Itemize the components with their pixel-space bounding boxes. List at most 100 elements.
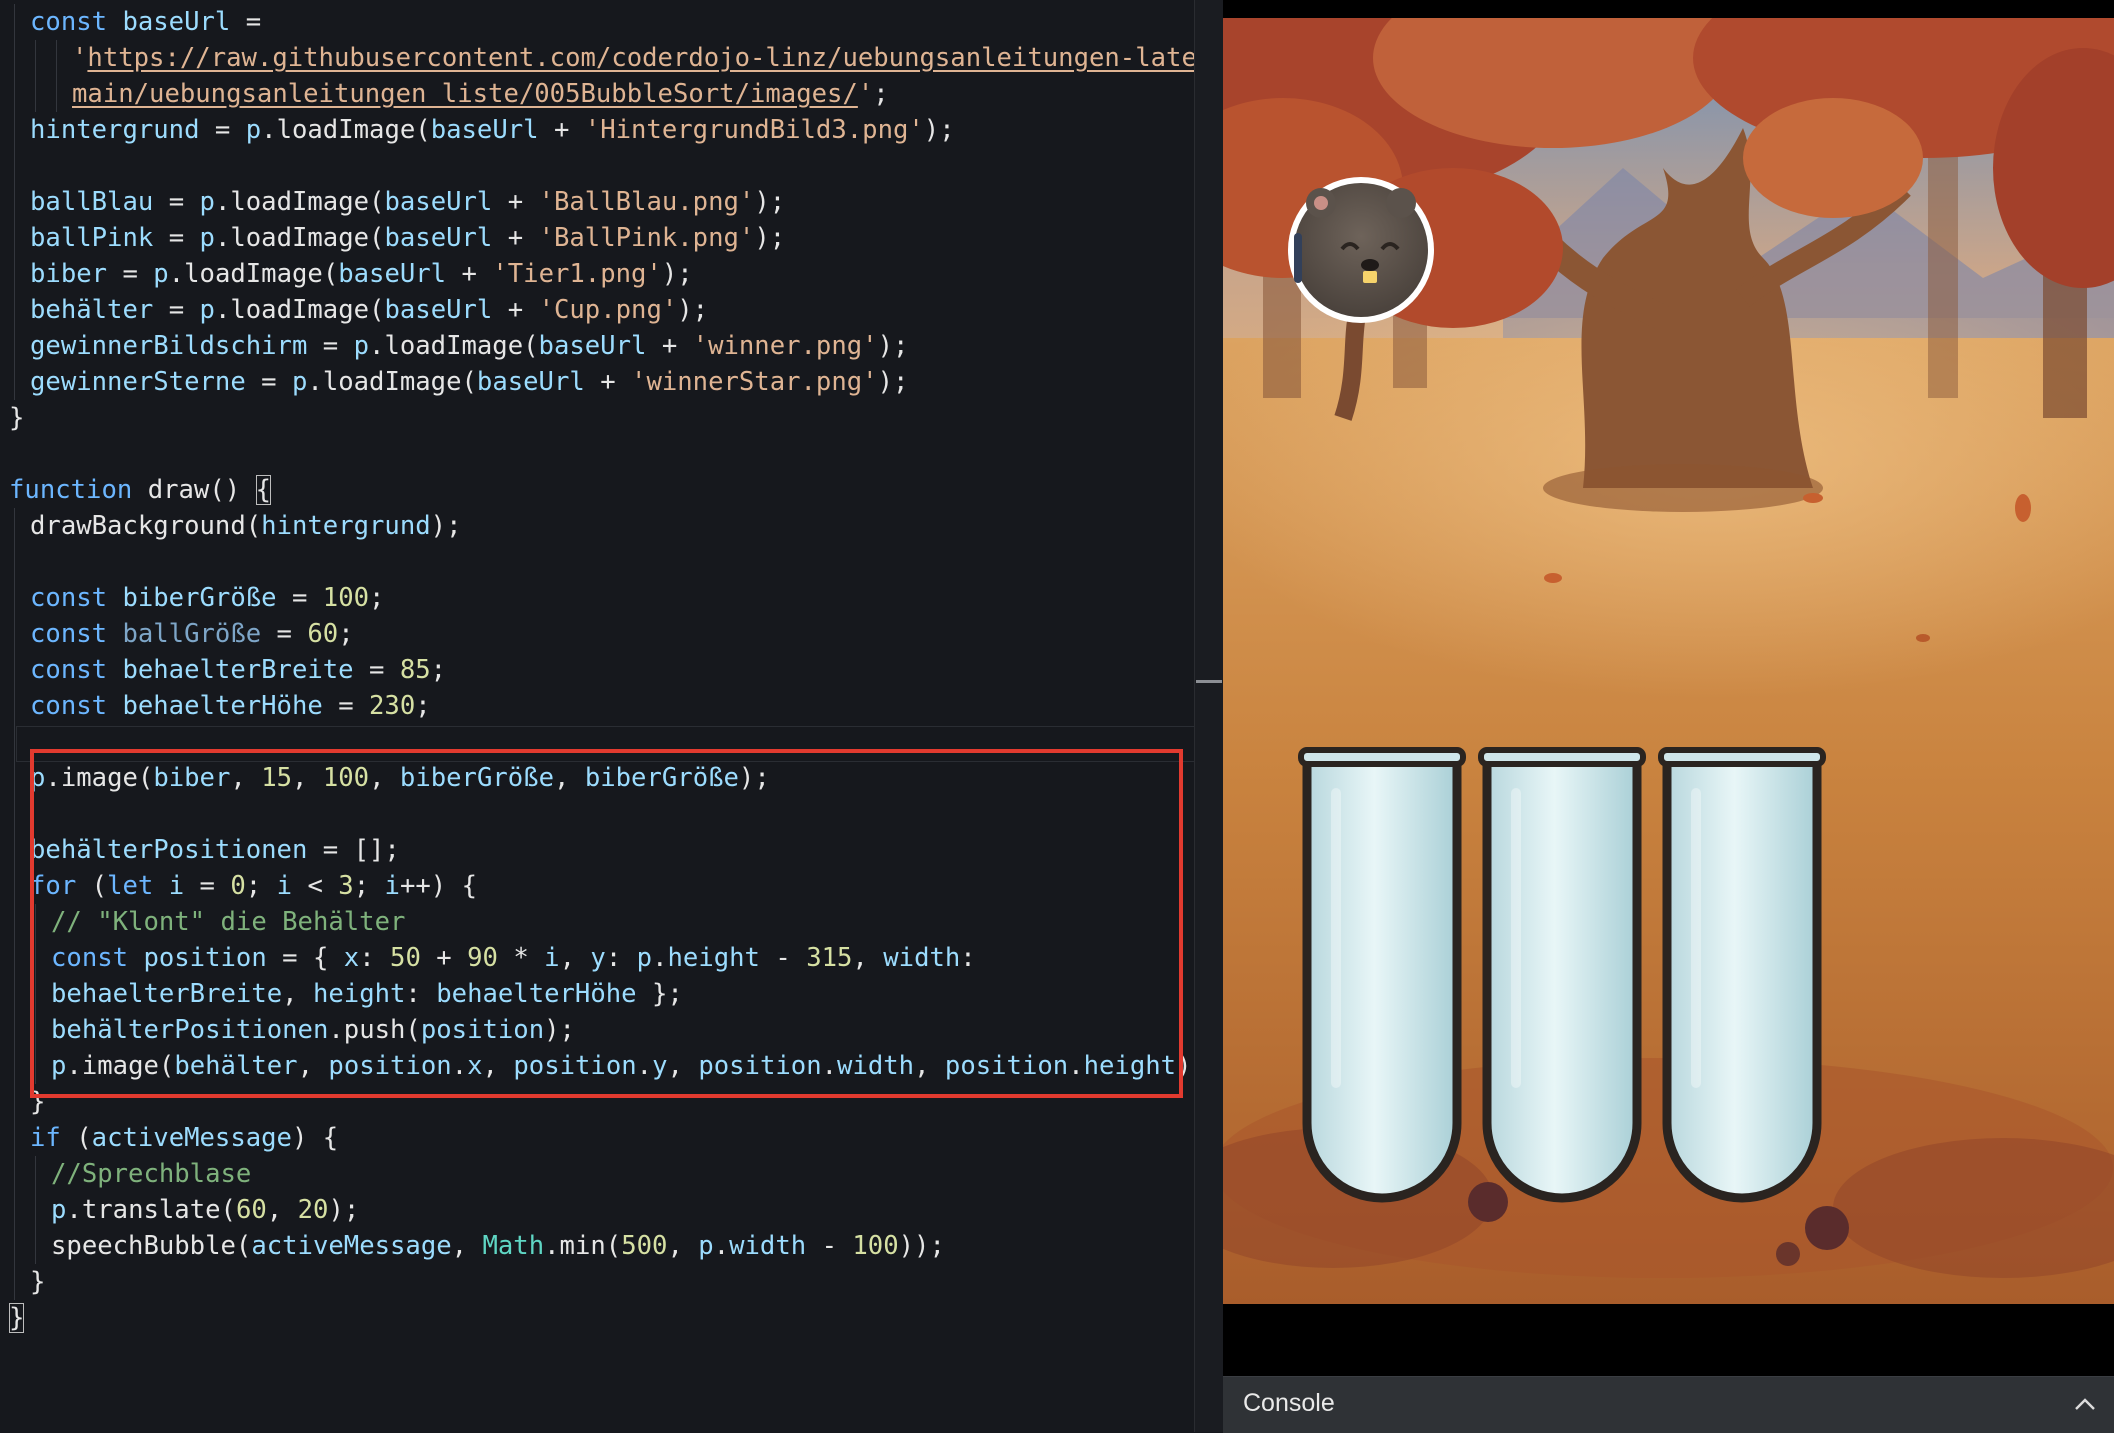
code-line[interactable]: p.image(biber, 15, 100, biberGröße, bibe…: [0, 760, 1194, 796]
console-bar[interactable]: Console: [1223, 1376, 2114, 1433]
code-line[interactable]: [0, 436, 1194, 472]
code-token: i: [384, 871, 400, 901]
code-token: :: [359, 943, 391, 973]
code-token: );: [544, 1015, 575, 1045]
code-line[interactable]: biber = p.loadImage(baseUrl + 'Tier1.png…: [0, 256, 1194, 292]
code-line-content: const position = { x: 50 + 90 * i, y: p.…: [51, 940, 976, 976]
code-token: (: [158, 1051, 175, 1081]
code-token: loadImage: [384, 331, 524, 361]
code-token: (: [605, 1231, 622, 1261]
code-line[interactable]: }: [0, 1264, 1194, 1300]
code-line[interactable]: const biberGröße = 100;: [0, 580, 1194, 616]
code-line[interactable]: speechBubble(activeMessage, Math.min(500…: [0, 1228, 1194, 1264]
code-line[interactable]: [0, 724, 1194, 760]
code-line[interactable]: main/uebungsanleitungen_liste/005BubbleS…: [0, 76, 1194, 112]
code-line[interactable]: gewinnerSterne = p.loadImage(baseUrl + '…: [0, 364, 1194, 400]
code-line[interactable]: behälterPositionen = [];: [0, 832, 1194, 868]
code-lines[interactable]: const baseUrl ='https://raw.githubuserco…: [0, 4, 1194, 1336]
indent-guide: [35, 1192, 36, 1228]
code-line[interactable]: const ballGröße = 60;: [0, 616, 1194, 652]
code-line[interactable]: ballBlau = p.loadImage(baseUrl + 'BallBl…: [0, 184, 1194, 220]
code-line[interactable]: p.translate(60, 20);: [0, 1192, 1194, 1228]
indent-guide: [35, 76, 36, 112]
code-line[interactable]: const baseUrl =: [0, 4, 1194, 40]
chevron-up-icon[interactable]: [2070, 1389, 2100, 1419]
code-line[interactable]: hintergrund = p.loadImage(baseUrl + 'Hin…: [0, 112, 1194, 148]
indent-guide: [14, 112, 15, 148]
code-line[interactable]: [0, 796, 1194, 832]
code-line[interactable]: behälter = p.loadImage(baseUrl + 'Cup.pn…: [0, 292, 1194, 328]
code-line[interactable]: }: [0, 400, 1194, 436]
code-token: activeMessage: [251, 1231, 452, 1261]
code-token: +: [646, 331, 693, 361]
code-token: x: [467, 1051, 483, 1081]
code-token: 100: [322, 583, 370, 613]
indent-guide: [14, 796, 15, 832]
scrollbar-thumb[interactable]: [1196, 680, 1222, 683]
code-line-content: function draw() {: [9, 472, 271, 508]
code-line[interactable]: //Sprechblase: [0, 1156, 1194, 1192]
indent-guide: [14, 580, 15, 616]
code-token: behaelterBreite: [51, 979, 283, 1009]
code-token: ;: [430, 655, 447, 685]
code-token: biber: [30, 259, 108, 289]
code-line[interactable]: if (activeMessage) {: [0, 1120, 1194, 1156]
code-line[interactable]: const behaelterBreite = 85;: [0, 652, 1194, 688]
code-token: (: [369, 295, 385, 325]
code-token: gewinnerSterne: [30, 367, 246, 397]
code-line[interactable]: [0, 148, 1194, 184]
indent-guide: [14, 940, 15, 976]
code-line[interactable]: drawBackground(hintergrund);: [0, 508, 1194, 544]
code-token: position: [328, 1051, 452, 1081]
code-token: 20: [297, 1195, 329, 1225]
code-token: height: [312, 979, 406, 1009]
code-token: =: [153, 223, 200, 253]
code-line[interactable]: behälterPositionen.push(position);: [0, 1012, 1194, 1048]
code-line[interactable]: const position = { x: 50 + 90 * i, y: p.…: [0, 940, 1194, 976]
code-editor[interactable]: const baseUrl ='https://raw.githubuserco…: [0, 0, 1194, 1432]
code-token: (: [322, 259, 339, 289]
code-token: .: [261, 115, 277, 145]
code-line[interactable]: ballPink = p.loadImage(baseUrl + 'BallPi…: [0, 220, 1194, 256]
indent-guide: [35, 40, 36, 76]
code-token: 'winnerStar.png': [631, 367, 878, 397]
code-line[interactable]: function draw() {: [0, 472, 1194, 508]
code-line[interactable]: gewinnerBildschirm = p.loadImage(baseUrl…: [0, 328, 1194, 364]
code-token: }: [30, 1267, 46, 1297]
code-line[interactable]: for (let i = 0; i < 3; i++) {: [0, 868, 1194, 904]
code-token: baseUrl: [476, 367, 585, 397]
code-token: *: [497, 943, 545, 973]
code-line[interactable]: // "Klont" die Behälter: [0, 904, 1194, 940]
code-token: .: [544, 1231, 560, 1261]
code-token: (: [137, 763, 154, 793]
code-token: +: [538, 115, 585, 145]
code-token: position: [698, 1051, 822, 1081]
code-token: baseUrl: [384, 223, 493, 253]
indent-guide: [14, 1228, 15, 1264]
game-canvas[interactable]: [1223, 18, 2114, 1304]
code-line-content: // "Klont" die Behälter: [51, 904, 405, 940]
code-token: =: [276, 583, 323, 613]
code-token: behälter: [174, 1051, 298, 1081]
code-line[interactable]: behaelterBreite, height: behaelterHöhe }…: [0, 976, 1194, 1012]
code-token: 50: [390, 943, 421, 973]
code-line-content: p.image(biber, 15, 100, biberGröße, bibe…: [30, 760, 770, 796]
code-token: biberGröße: [122, 583, 277, 613]
code-line-content: 'https://raw.githubusercontent.com/coder…: [72, 40, 1194, 76]
code-line[interactable]: 'https://raw.githubusercontent.com/coder…: [0, 40, 1194, 76]
code-token: const: [30, 655, 123, 685]
code-line[interactable]: const behaelterHöhe = 230;: [0, 688, 1194, 724]
code-token: behälterPositionen: [30, 835, 308, 865]
code-token: const: [30, 583, 123, 613]
indent-guide: [14, 760, 15, 796]
code-line-content: p.image(behälter, position.x, position.y…: [51, 1048, 1194, 1084]
code-line[interactable]: [0, 544, 1194, 580]
code-token: behälterPositionen: [51, 1015, 329, 1045]
code-token: =: [307, 331, 354, 361]
indent-guide: [14, 724, 15, 760]
code-line[interactable]: }: [0, 1300, 1194, 1336]
code-token: activeMessage: [91, 1123, 292, 1153]
code-line[interactable]: }: [0, 1084, 1194, 1120]
editor-scrollbar[interactable]: [1194, 0, 1223, 1432]
code-line[interactable]: p.image(behälter, position.x, position.y…: [0, 1048, 1194, 1084]
